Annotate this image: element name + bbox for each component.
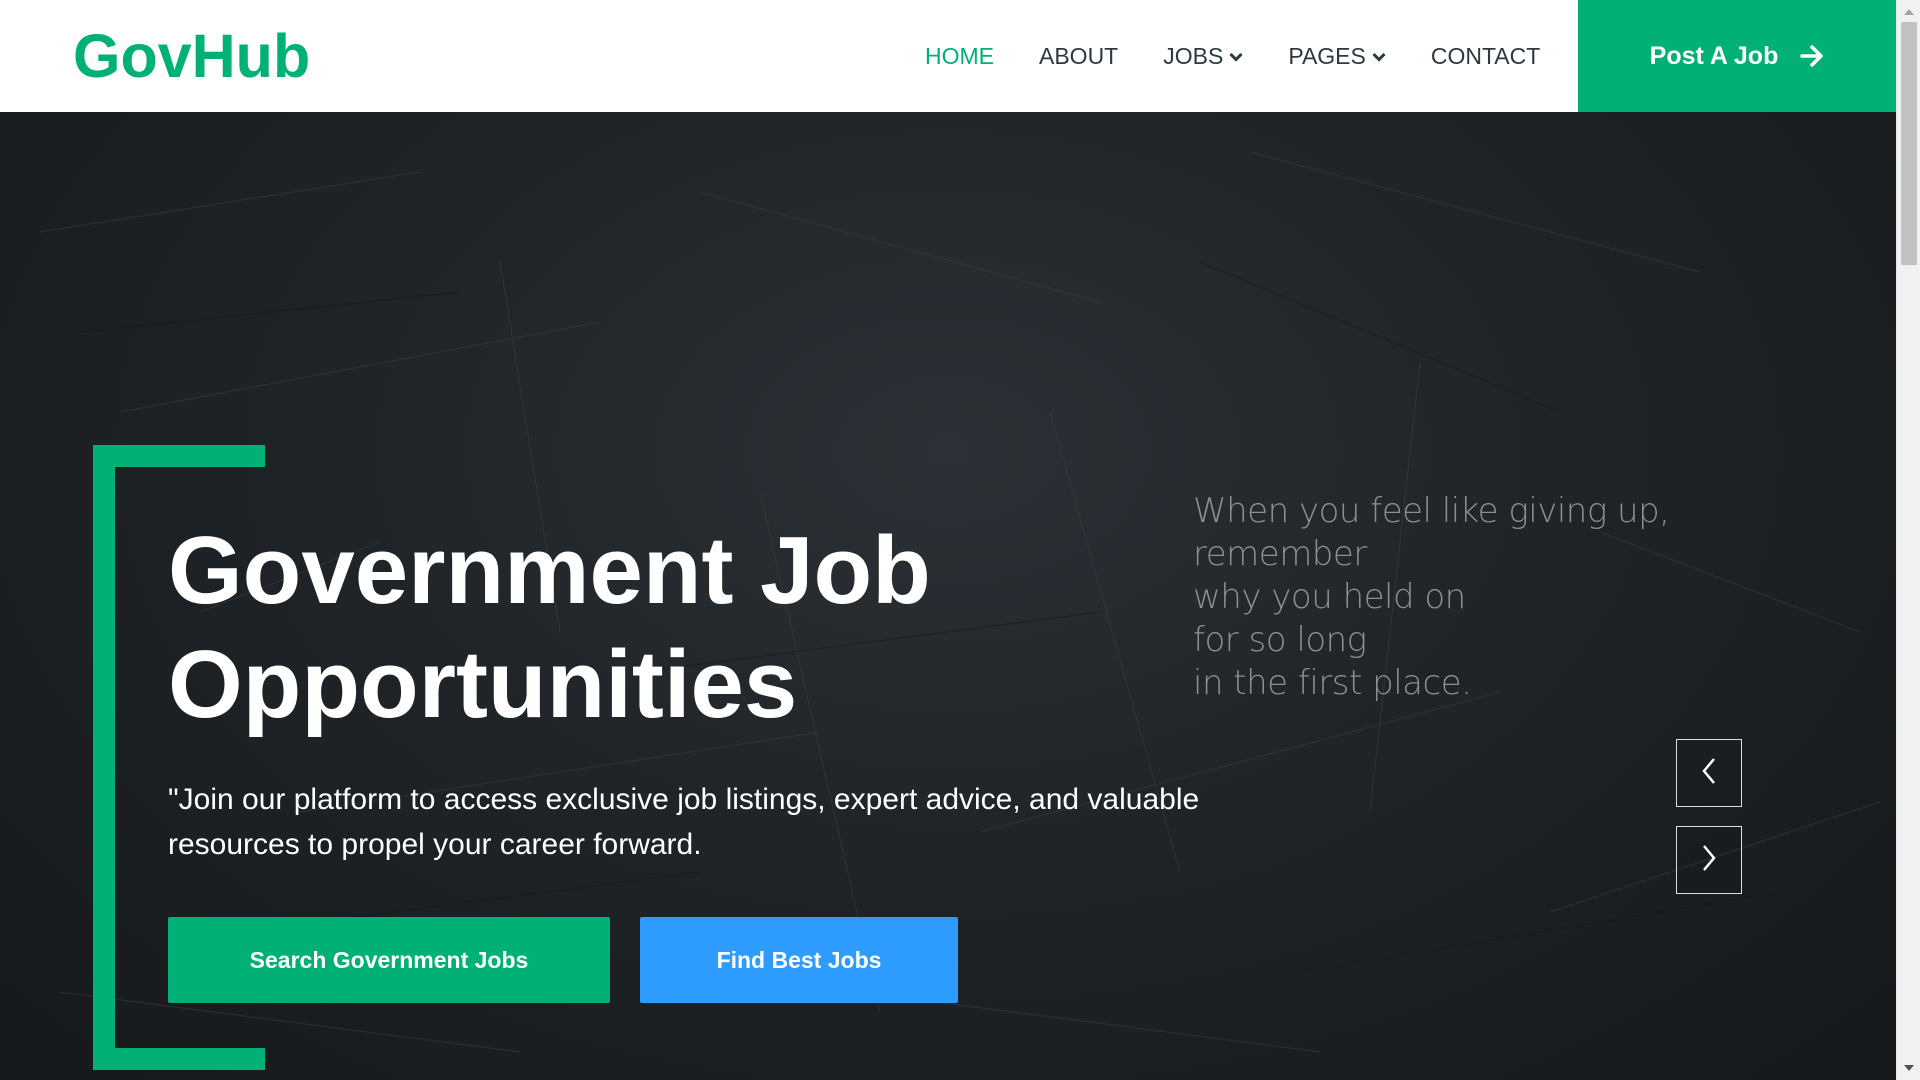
- chevron-down-icon: [1229, 52, 1243, 62]
- post-job-button[interactable]: Post A Job: [1578, 0, 1896, 112]
- hero-title: Government Job Opportunities: [168, 514, 1068, 742]
- slider-prev-button[interactable]: [1676, 739, 1742, 807]
- quote-line: remember: [1193, 534, 1367, 574]
- hero-subtitle-line: "Join our platform to access exclusive j…: [168, 783, 1200, 816]
- arrow-right-icon: [1800, 45, 1824, 67]
- nav-item-pages[interactable]: PAGES: [1288, 43, 1386, 70]
- nav-item-jobs[interactable]: JOBS: [1163, 43, 1243, 70]
- nav-item-home[interactable]: HOME: [925, 43, 994, 70]
- quote-line: When you feel like giving up,: [1193, 491, 1670, 531]
- scroll-down-arrow-icon[interactable]: [1897, 1058, 1920, 1078]
- post-job-label: Post A Job: [1649, 41, 1779, 70]
- hero-title-line: Opportunities: [168, 631, 798, 738]
- vertical-scrollbar[interactable]: [1896, 0, 1920, 1080]
- hero-subtitle: "Join our platform to access exclusive j…: [168, 777, 1228, 867]
- nav-item-about[interactable]: ABOUT: [1039, 43, 1118, 70]
- nav-item-label: CONTACT: [1430, 42, 1541, 69]
- nav-item-contact[interactable]: CONTACT: [1431, 43, 1540, 70]
- chevron-left-icon: [1699, 756, 1719, 791]
- find-best-jobs-button[interactable]: Find Best Jobs: [640, 917, 958, 1003]
- slider-next-button[interactable]: [1676, 826, 1742, 894]
- nav-item-label: HOME: [925, 42, 994, 69]
- scrollbar-thumb[interactable]: [1901, 22, 1917, 265]
- page: GovHub HOME ABOUT JOBS PAGES CONTACT Pos…: [0, 0, 1920, 1080]
- brand-logo[interactable]: GovHub: [73, 22, 310, 90]
- chevron-right-icon: [1699, 843, 1719, 878]
- scroll-up-arrow-icon[interactable]: [1897, 2, 1920, 22]
- main-nav: HOME ABOUT JOBS PAGES CONTACT: [925, 0, 1585, 112]
- search-government-jobs-button[interactable]: Search Government Jobs: [168, 917, 610, 1003]
- quote-line: in the first place.: [1193, 663, 1472, 703]
- navbar: GovHub HOME ABOUT JOBS PAGES CONTACT Pos…: [0, 0, 1896, 112]
- hero-section: Government Job Opportunities "Join our p…: [0, 112, 1896, 1080]
- nav-item-label: JOBS: [1163, 42, 1224, 69]
- hero-subtitle-line: resources to propel your career forward.: [168, 828, 702, 861]
- nav-item-label: PAGES: [1288, 42, 1366, 69]
- nav-item-label: ABOUT: [1039, 42, 1119, 69]
- quote-line: for so long: [1193, 620, 1367, 660]
- hero-quote: When you feel like giving up, remember w…: [1193, 490, 1753, 705]
- chevron-down-icon: [1372, 52, 1386, 62]
- quote-line: why you held on: [1193, 577, 1466, 617]
- hero-title-line: Government Job: [168, 517, 931, 624]
